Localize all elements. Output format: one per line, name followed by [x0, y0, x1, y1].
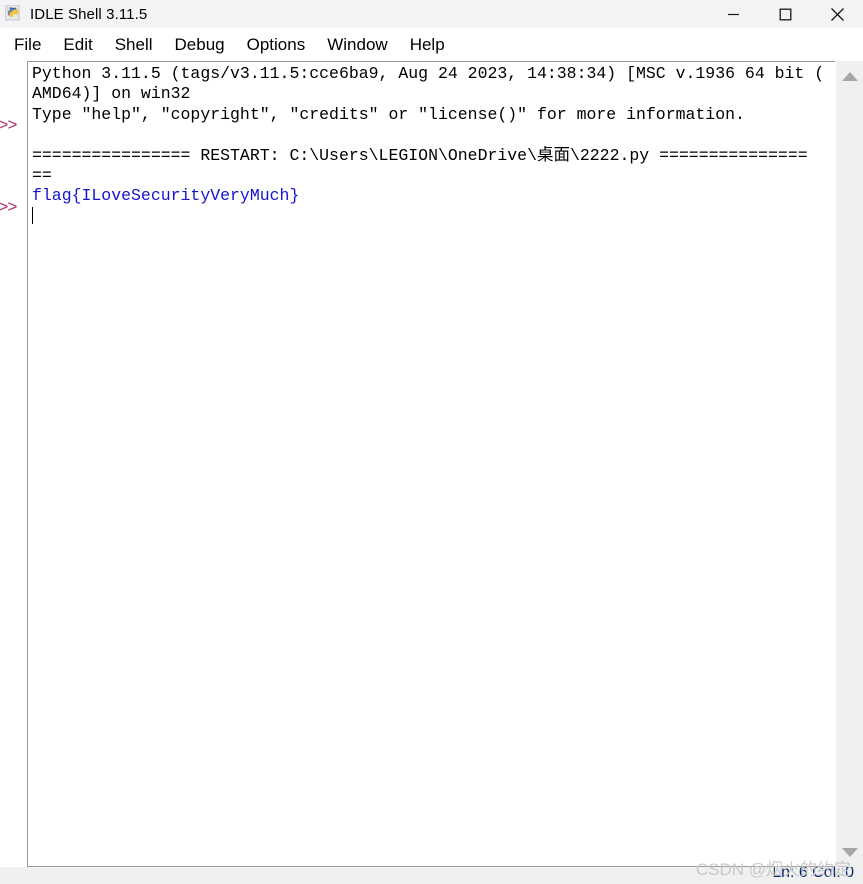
console-line: Python 3.11.5 (tags/v3.11.5:cce6ba9, Aug…	[32, 64, 825, 83]
close-icon	[830, 7, 844, 21]
menu-item-help[interactable]: Help	[399, 33, 456, 57]
console-line: Type "help", "copyright", "credits" or "…	[32, 104, 745, 124]
menu-item-file[interactable]: File	[3, 33, 52, 57]
close-button[interactable]	[811, 0, 863, 28]
console-line: ================ RESTART: C:\Users\LEGIO…	[32, 145, 808, 165]
minimize-icon	[727, 13, 739, 15]
window-title: IDLE Shell 3.11.5	[30, 5, 148, 23]
maximize-button[interactable]	[759, 0, 811, 28]
shell-console-text: Python 3.11.5 (tags/v3.11.5:cce6ba9, Aug…	[28, 62, 835, 227]
prompt-marker-1: >>>	[0, 117, 18, 136]
console-line: ==	[32, 166, 52, 186]
shell-area: >>> >>> Python 3.11.5 (tags/v3.11.5:cce6…	[0, 61, 863, 867]
scroll-down-button[interactable]	[836, 837, 863, 867]
menu-item-options[interactable]: Options	[236, 33, 317, 57]
vertical-scrollbar[interactable]	[835, 61, 863, 867]
text-cursor	[32, 206, 33, 224]
console-line: AMD64)] on win32	[32, 84, 191, 104]
scroll-up-button[interactable]	[836, 61, 863, 91]
window-controls	[707, 0, 863, 28]
prompt-marker-2: >>>	[0, 199, 18, 218]
menu-item-window[interactable]: Window	[316, 33, 398, 57]
cursor-position-indicator: Ln: 6 Col: 0	[772, 867, 854, 881]
maximize-icon	[779, 8, 791, 20]
menu-item-edit[interactable]: Edit	[52, 33, 103, 57]
python-logo-icon	[4, 4, 23, 23]
menu-item-shell[interactable]: Shell	[104, 33, 164, 57]
scrollbar-track[interactable]	[836, 91, 863, 837]
shell-text-output[interactable]: Python 3.11.5 (tags/v3.11.5:cce6ba9, Aug…	[27, 61, 835, 867]
console-line-flag: flag{ILoveSecurityVeryMuch}	[32, 186, 300, 206]
prompt-gutter: >>> >>>	[0, 61, 27, 867]
menu-item-debug[interactable]: Debug	[164, 33, 236, 57]
minimize-button[interactable]	[707, 0, 759, 28]
title-bar: IDLE Shell 3.11.5	[0, 0, 863, 28]
status-bar: Ln: 6 Col: 0	[0, 867, 863, 884]
scroll-up-arrow-icon	[841, 71, 858, 81]
scroll-down-arrow-icon	[841, 847, 858, 857]
menu-bar: File Edit Shell Debug Options Window Hel…	[0, 28, 863, 61]
